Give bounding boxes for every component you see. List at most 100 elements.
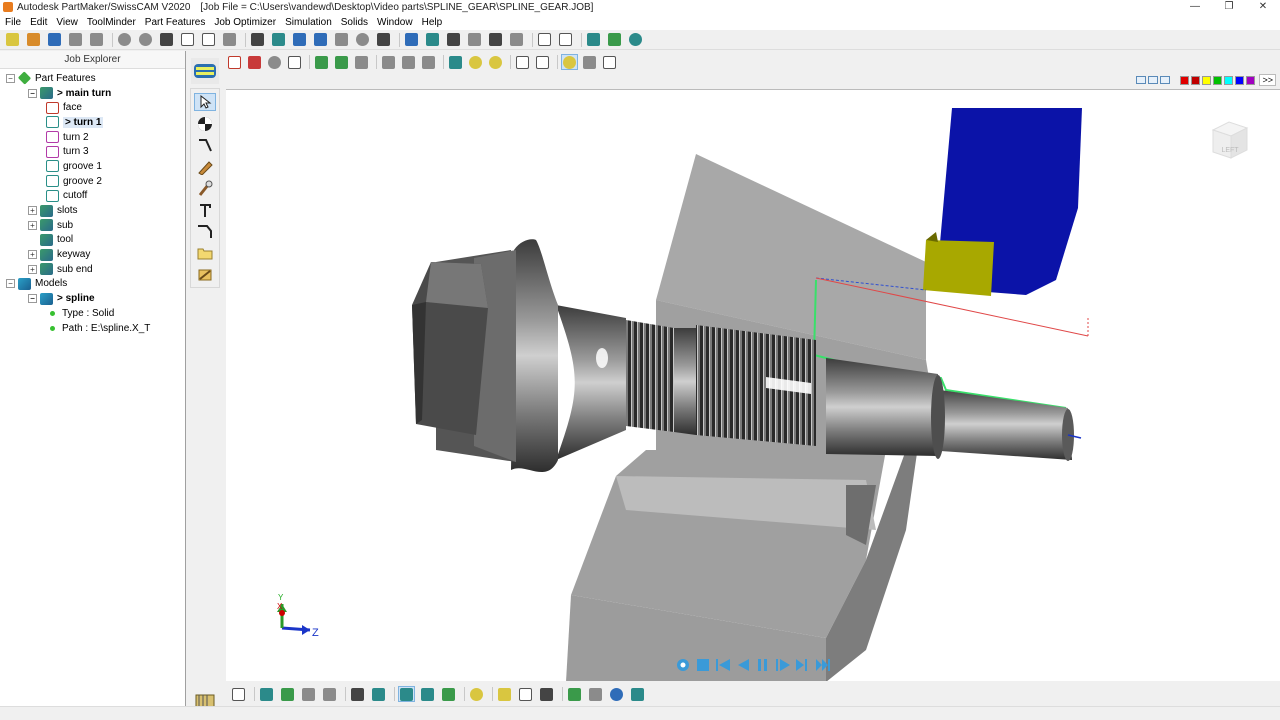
pause-button[interactable]: [754, 658, 772, 673]
tree-item[interactable]: > turn 1: [0, 115, 185, 130]
wireframe-button[interactable]: [286, 54, 303, 70]
more-colors-chevron-icon[interactable]: >>: [1259, 74, 1276, 86]
solid-button[interactable]: [246, 54, 263, 70]
select-tool-button[interactable]: [194, 93, 216, 112]
grid-button[interactable]: [466, 32, 483, 48]
menu-edit[interactable]: Edit: [25, 17, 51, 28]
check-button[interactable]: [313, 54, 330, 70]
stock-cube-button[interactable]: [517, 686, 534, 702]
color-swatch[interactable]: [1235, 75, 1245, 85]
stock-tool-button[interactable]: [194, 115, 216, 133]
solid-cut-button[interactable]: [300, 686, 317, 702]
expand-icon[interactable]: +: [28, 220, 37, 230]
window-zoom-button[interactable]: [534, 54, 551, 70]
layout-button-2[interactable]: [1148, 76, 1159, 84]
redo-button[interactable]: [137, 32, 154, 48]
groove-tool-button[interactable]: [194, 222, 216, 240]
tree-item[interactable]: cutoff: [0, 189, 185, 204]
folder-tool-button[interactable]: [194, 244, 216, 262]
tree-item[interactable]: − > main turn: [0, 86, 185, 101]
stop-button[interactable]: [694, 658, 712, 673]
list-button[interactable]: [557, 32, 574, 48]
rewind-button[interactable]: [714, 658, 732, 673]
process-table-button[interactable]: [312, 32, 329, 48]
surface-button[interactable]: [226, 54, 243, 70]
tree-item[interactable]: Path : E:\spline.X_T: [0, 321, 185, 336]
iso-view-button[interactable]: [398, 686, 415, 702]
screenshot-button[interactable]: [629, 686, 646, 702]
hand-button[interactable]: [496, 686, 513, 702]
delete-button[interactable]: [221, 32, 238, 48]
zoom-button[interactable]: [467, 54, 484, 70]
tree-button[interactable]: [375, 32, 392, 48]
tree-item[interactable]: groove 1: [0, 159, 185, 174]
mesh-button[interactable]: [266, 54, 283, 70]
verify-button[interactable]: [333, 54, 350, 70]
tree-item[interactable]: + keyway: [0, 247, 185, 262]
ruler-button[interactable]: [566, 686, 583, 702]
copy-button[interactable]: [179, 32, 196, 48]
tree-item[interactable]: turn 2: [0, 130, 185, 145]
help-button[interactable]: [627, 32, 644, 48]
web-button[interactable]: [606, 32, 623, 48]
settings-button[interactable]: [674, 658, 692, 673]
expand-icon[interactable]: +: [28, 206, 37, 216]
menu-simulation[interactable]: Simulation: [280, 17, 336, 28]
menu-job-optimizer[interactable]: Job Optimizer: [209, 17, 280, 28]
verify-path-button[interactable]: [279, 686, 296, 702]
paste-button[interactable]: [200, 32, 217, 48]
step-back-button[interactable]: [734, 658, 752, 673]
export-button[interactable]: [403, 32, 420, 48]
stock-view-button[interactable]: [349, 686, 366, 702]
tree-item[interactable]: + slots: [0, 203, 185, 218]
machine-button[interactable]: [249, 32, 266, 48]
collapse-icon[interactable]: −: [6, 73, 15, 83]
color-swatch[interactable]: [1180, 75, 1190, 85]
tree-item[interactable]: groove 2: [0, 174, 185, 189]
globe-button[interactable]: [608, 686, 625, 702]
thread-tool-button[interactable]: [194, 201, 216, 219]
layout-button-1[interactable]: [1136, 76, 1147, 84]
collapse-icon[interactable]: −: [6, 279, 15, 289]
layers-button[interactable]: [353, 54, 370, 70]
layout-button-3[interactable]: [1160, 76, 1171, 84]
expand-icon[interactable]: +: [28, 264, 37, 274]
turn-tool-button[interactable]: [194, 158, 216, 176]
light-dropdown-button[interactable]: [468, 686, 485, 702]
sync-button[interactable]: [354, 32, 371, 48]
new-file-button[interactable]: [4, 32, 21, 48]
tree-item[interactable]: face: [0, 100, 185, 115]
zoom-extents-button[interactable]: [230, 686, 247, 702]
3d-viewport[interactable]: Y X Z LEFT: [226, 89, 1280, 681]
align-button[interactable]: [380, 54, 397, 70]
drill-tool-button[interactable]: [194, 179, 216, 197]
collapse-icon[interactable]: −: [28, 88, 37, 98]
menu-help[interactable]: Help: [417, 17, 447, 28]
phone-button[interactable]: [585, 32, 602, 48]
hierarchy-button[interactable]: [487, 32, 504, 48]
menu-window[interactable]: Window: [372, 17, 417, 28]
menu-file[interactable]: File: [0, 17, 25, 28]
tree-item[interactable]: + sub: [0, 218, 185, 233]
fast-forward-button[interactable]: [794, 658, 812, 673]
open-file-button[interactable]: [25, 32, 42, 48]
menu-solids[interactable]: Solids: [336, 17, 372, 28]
collapse-icon[interactable]: −: [28, 294, 37, 304]
rotate-button[interactable]: [370, 686, 387, 702]
play-button[interactable]: [774, 658, 792, 673]
front-view-button[interactable]: [419, 686, 436, 702]
side-view-button[interactable]: [440, 686, 457, 702]
probe-button[interactable]: [581, 54, 598, 70]
tree-item[interactable]: tool: [0, 233, 185, 248]
save-button[interactable]: [46, 32, 63, 48]
restore-button[interactable]: ❐: [1212, 0, 1246, 14]
profile-tool-button[interactable]: [194, 136, 216, 154]
save-as-button[interactable]: [67, 32, 84, 48]
edit-button[interactable]: [258, 686, 275, 702]
expand-icon[interactable]: +: [28, 250, 37, 260]
tree-item[interactable]: − Models: [0, 277, 185, 292]
pan-button[interactable]: [514, 54, 531, 70]
zoom-fit-button[interactable]: [447, 54, 464, 70]
color-swatch[interactable]: [1224, 75, 1234, 85]
color-swatch[interactable]: [1191, 75, 1201, 85]
